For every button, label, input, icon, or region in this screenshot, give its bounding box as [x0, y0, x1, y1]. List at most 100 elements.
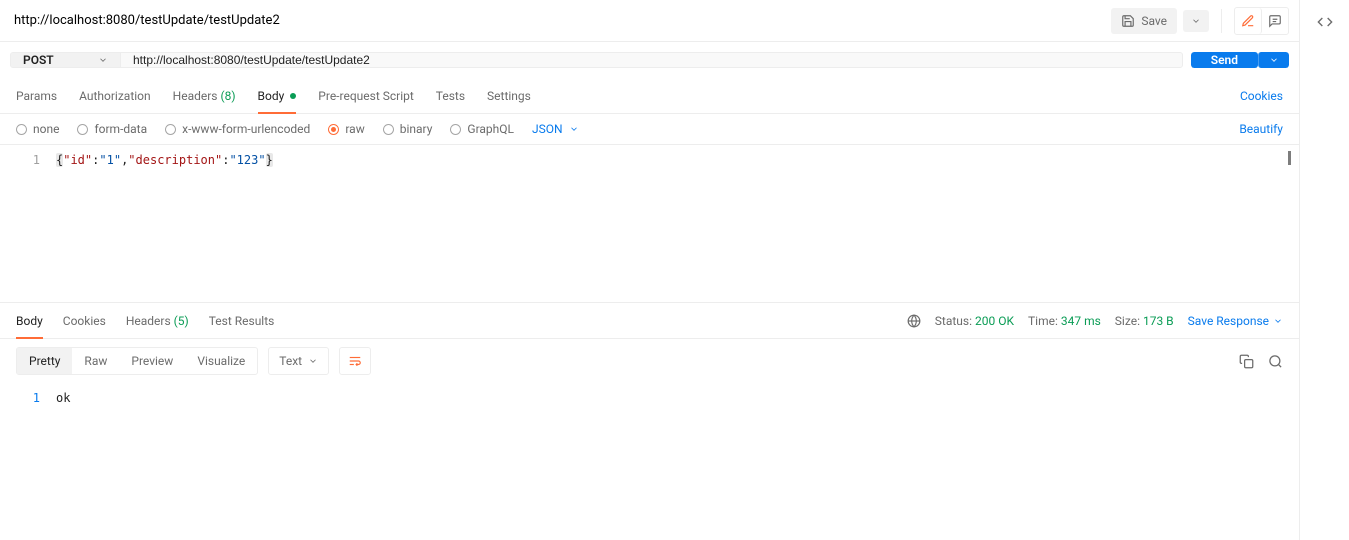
body-type-none[interactable]: none — [16, 122, 59, 136]
time-block: Time: 347 ms — [1028, 314, 1101, 328]
comment-button[interactable] — [1262, 8, 1288, 34]
body-type-xform[interactable]: x-www-form-urlencoded — [165, 122, 310, 136]
tab-prerequest-label: Pre-request Script — [318, 89, 413, 103]
view-pretty[interactable]: Pretty — [17, 348, 72, 374]
send-dropdown[interactable] — [1258, 52, 1289, 68]
response-tab-body[interactable]: Body — [16, 303, 43, 338]
edit-button[interactable] — [1235, 8, 1262, 34]
response-tab-headers-count: (5) — [174, 314, 189, 328]
tab-authorization[interactable]: Authorization — [79, 78, 151, 113]
response-tab-body-label: Body — [16, 314, 43, 328]
body-type-binary[interactable]: binary — [383, 122, 433, 136]
code-icon[interactable] — [1317, 14, 1333, 30]
response-gutter: 1 — [0, 383, 50, 540]
tab-body[interactable]: Body — [258, 78, 297, 113]
tab-headers-count: (8) — [221, 89, 236, 103]
tab-authorization-label: Authorization — [79, 89, 151, 103]
response-body[interactable]: 1 ok — [0, 383, 1299, 540]
body-type-raw-label: raw — [345, 122, 364, 136]
wrap-lines-button[interactable] — [339, 347, 371, 375]
body-format-select[interactable]: JSON — [532, 122, 579, 136]
radio-icon — [77, 124, 88, 135]
body-type-binary-label: binary — [400, 122, 433, 136]
request-tabs: Params Authorization Headers (8) Body Pr… — [0, 78, 1299, 114]
view-raw-label: Raw — [84, 354, 107, 368]
chevron-down-icon — [1273, 316, 1283, 326]
status-block: Status: 200 OK — [935, 314, 1014, 328]
tab-tests-label: Tests — [436, 89, 465, 103]
save-button[interactable]: Save — [1111, 8, 1177, 34]
tab-settings[interactable]: Settings — [487, 78, 531, 113]
body-format-label: JSON — [532, 122, 563, 136]
right-rail — [1300, 0, 1349, 540]
response-tab-headers[interactable]: Headers (5) — [126, 303, 189, 338]
request-tab-title: http://localhost:8080/testUpdate/testUpd… — [14, 13, 1111, 28]
url-row: POST Send — [0, 42, 1299, 78]
response-tabs: Body Cookies Headers (5) Test Results St… — [0, 303, 1299, 339]
method-select[interactable]: POST — [11, 53, 121, 67]
dirty-dot-icon — [290, 93, 296, 99]
tab-prerequest[interactable]: Pre-request Script — [318, 78, 413, 113]
response-tab-test-results-label: Test Results — [209, 314, 275, 328]
tab-params[interactable]: Params — [16, 78, 57, 113]
view-segment: Pretty Raw Preview Visualize — [16, 347, 258, 375]
response-tab-cookies-label: Cookies — [63, 314, 106, 328]
tab-body-label: Body — [258, 89, 285, 103]
search-button[interactable] — [1268, 354, 1283, 369]
view-preview[interactable]: Preview — [119, 348, 185, 374]
save-dropdown-button[interactable] — [1183, 10, 1209, 32]
globe-icon[interactable] — [907, 314, 921, 328]
body-type-graphql-label: GraphQL — [467, 122, 514, 136]
line-number: 1 — [0, 151, 40, 169]
response-tab-test-results[interactable]: Test Results — [209, 303, 275, 338]
view-raw[interactable]: Raw — [72, 348, 119, 374]
tab-tests[interactable]: Tests — [436, 78, 465, 113]
send-button[interactable]: Send — [1191, 52, 1258, 68]
response-tab-cookies[interactable]: Cookies — [63, 303, 106, 338]
beautify-button[interactable]: Beautify — [1239, 122, 1283, 136]
body-type-form-data[interactable]: form-data — [77, 122, 147, 136]
copy-button[interactable] — [1239, 354, 1254, 369]
tab-params-label: Params — [16, 89, 57, 103]
tab-headers[interactable]: Headers (8) — [173, 78, 236, 113]
cookies-link[interactable]: Cookies — [1240, 89, 1283, 103]
response-format-label: Text — [279, 354, 302, 368]
request-body-editor[interactable]: 1 {"id":"1","description":"123"} — [0, 145, 1299, 303]
response-tab-headers-label: Headers — [126, 314, 171, 328]
save-button-label: Save — [1141, 14, 1167, 28]
body-type-raw[interactable]: raw — [328, 122, 364, 136]
code-line: {"id":"1","description":"123"} — [56, 151, 1293, 169]
tab-headers-label: Headers — [173, 89, 218, 103]
cookies-link-label: Cookies — [1240, 89, 1283, 103]
radio-icon — [165, 124, 176, 135]
line-number: 1 — [0, 389, 40, 407]
method-label: POST — [23, 53, 54, 67]
body-type-graphql[interactable]: GraphQL — [450, 122, 514, 136]
separator — [1221, 9, 1222, 33]
body-type-xform-label: x-www-form-urlencoded — [182, 122, 310, 136]
radio-icon — [328, 124, 339, 135]
save-icon — [1121, 14, 1135, 28]
tab-settings-label: Settings — [487, 89, 531, 103]
text-cursor-icon — [1288, 151, 1291, 165]
beautify-label: Beautify — [1239, 122, 1283, 136]
view-visualize-label: Visualize — [197, 354, 245, 368]
response-line: ok — [56, 389, 1293, 407]
chevron-down-icon — [308, 356, 318, 366]
save-response-button[interactable]: Save Response — [1188, 314, 1283, 328]
view-preview-label: Preview — [131, 354, 173, 368]
size-block: Size: 173 B — [1115, 314, 1174, 328]
save-response-label: Save Response — [1188, 314, 1269, 328]
radio-icon — [16, 124, 27, 135]
body-type-row: none form-data x-www-form-urlencoded raw… — [0, 114, 1299, 145]
radio-icon — [383, 124, 394, 135]
editor-gutter: 1 — [0, 145, 50, 302]
response-format-select[interactable]: Text — [268, 347, 329, 375]
url-input[interactable] — [121, 53, 1182, 67]
chevron-down-icon — [98, 55, 108, 65]
view-pretty-label: Pretty — [29, 354, 60, 368]
view-visualize[interactable]: Visualize — [185, 348, 257, 374]
radio-icon — [450, 124, 461, 135]
body-type-form-data-label: form-data — [94, 122, 147, 136]
topbar: http://localhost:8080/testUpdate/testUpd… — [0, 0, 1299, 42]
